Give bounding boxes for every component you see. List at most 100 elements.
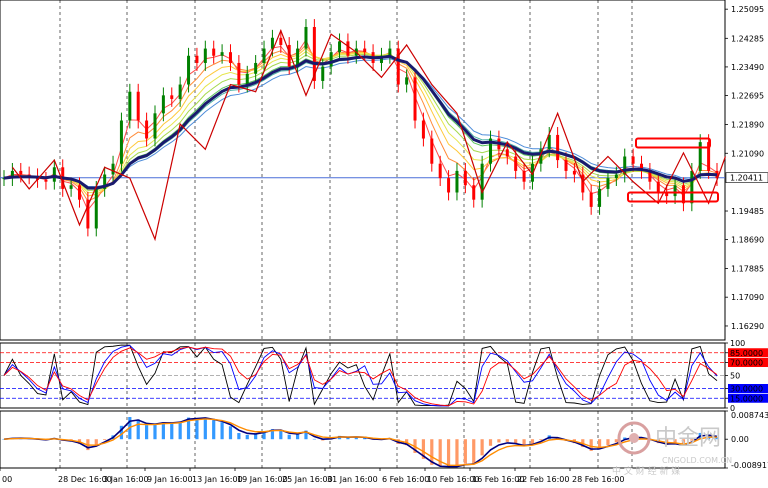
candle-body xyxy=(598,188,602,207)
x-tick-label: 6 Feb 16:00 xyxy=(382,475,429,484)
macd-bar xyxy=(463,439,467,464)
oscillator-axis: 10085.000070.00005030.000015.00000 xyxy=(725,339,768,413)
macd-bar xyxy=(539,439,543,440)
candle-body xyxy=(245,73,249,85)
x-tick-label: 3 Jan 16:00 xyxy=(103,475,149,484)
macd-bar xyxy=(505,439,509,442)
y-tick-label: 1.23490 xyxy=(731,63,764,72)
macd-bar xyxy=(103,439,107,440)
candle-body xyxy=(304,26,308,49)
candle-body xyxy=(556,134,560,161)
candle-body xyxy=(363,48,367,53)
macd-bar xyxy=(614,439,618,443)
current-price-tag: 1.20411 xyxy=(725,172,768,183)
macd-bar xyxy=(606,439,610,446)
x-tick-label: 9 Jan 16:00 xyxy=(147,475,193,484)
watermark-tagline: 中 文 财 经 新 媒 xyxy=(612,465,680,477)
price-panel xyxy=(0,0,726,341)
candle-body xyxy=(136,91,140,121)
y-tick-label: 1.21890 xyxy=(731,120,764,129)
osc-tick-label: 50 xyxy=(730,372,740,381)
candle-body xyxy=(212,48,216,56)
x-tick-label: 25 Jan 16:00 xyxy=(282,475,333,484)
macd-bar xyxy=(472,439,476,464)
candle-body xyxy=(145,120,149,139)
watermark-brand: 中金网 xyxy=(655,426,721,451)
candle-body xyxy=(564,160,568,171)
y-tick-label: 1.17090 xyxy=(731,293,764,302)
candle-body xyxy=(128,91,132,121)
macd-bar xyxy=(212,420,216,440)
candle-body xyxy=(421,120,425,139)
oscillator-panel xyxy=(0,342,726,409)
candle-body xyxy=(472,185,476,200)
candle-body xyxy=(119,120,123,164)
price-axis: 1.25095 1.24285 1.23490 1.22695 1.21890 1.210… xyxy=(725,5,764,331)
x-tick-label: 22 Feb 16:00 xyxy=(517,475,569,484)
candle-body xyxy=(228,52,232,63)
candle-body xyxy=(413,77,417,121)
candle-body xyxy=(589,192,593,207)
candle-body xyxy=(52,167,56,182)
candle-body xyxy=(338,41,342,53)
candle-body xyxy=(19,170,23,175)
x-tick-label: 19 Jan 16:00 xyxy=(237,475,288,484)
macd-bar xyxy=(497,439,501,443)
candle-body xyxy=(614,174,618,179)
macd-bar xyxy=(295,434,300,440)
macd-tick-label: 0.00 xyxy=(731,435,749,444)
macd-bar xyxy=(488,439,493,446)
candle-body xyxy=(606,178,610,189)
candle-body xyxy=(262,48,266,63)
candle-body xyxy=(44,179,48,182)
macd-bar xyxy=(220,422,224,440)
candle-body xyxy=(220,52,224,56)
macd-tick-label: -0.0089178 xyxy=(731,461,768,470)
macd-bar xyxy=(254,434,258,440)
candle-body xyxy=(631,156,635,164)
macd-bar xyxy=(195,418,199,440)
macd-bar xyxy=(153,424,157,440)
watermark-url: CNGOLD.COM.CN xyxy=(662,456,732,465)
y-tick-label: 1.19485 xyxy=(731,207,764,216)
macd-bar xyxy=(178,421,182,440)
candle-body xyxy=(405,77,409,85)
osc-tick-label: 85.0000 xyxy=(730,349,763,358)
y-tick-label: 1.24285 xyxy=(731,34,764,43)
osc-tick-label: 70.0000 xyxy=(730,359,763,368)
candle-body xyxy=(430,138,434,164)
candle-body xyxy=(572,170,576,175)
macd-bar xyxy=(161,422,165,440)
macd-bar xyxy=(170,422,174,440)
x-tick-label: 13 Jan 16:00 xyxy=(192,475,243,484)
macd-bar xyxy=(312,438,316,440)
macd-panel xyxy=(0,410,726,469)
y-tick-label: 1.21090 xyxy=(731,149,764,158)
y-tick-label: 1.22695 xyxy=(731,92,764,101)
candle-body xyxy=(463,170,467,186)
watermark-logo-dot xyxy=(629,433,639,443)
osc-tick-label: 30.0000 xyxy=(730,385,763,394)
y-tick-label: 1.16290 xyxy=(731,322,764,331)
candle-body xyxy=(94,188,98,229)
candle-body xyxy=(346,41,350,56)
candle-body xyxy=(505,149,509,157)
candle-body xyxy=(254,62,258,74)
x-tick-label: 31 Jan 16:00 xyxy=(327,475,378,484)
macd-bar xyxy=(145,425,149,440)
macd-tick-label: 0.0087434 xyxy=(731,411,768,420)
trading-chart: 1.25095 1.24285 1.23490 1.22695 1.21890 1.210… xyxy=(0,0,768,484)
y-tick-label: 1.25095 xyxy=(731,5,764,14)
candle-body xyxy=(455,170,459,193)
macd-bar xyxy=(237,433,241,440)
macd-bar xyxy=(228,426,233,440)
candle-body xyxy=(111,163,115,175)
current-price-label: 1.20411 xyxy=(730,174,763,183)
candle-body xyxy=(178,84,182,99)
macd-bar xyxy=(203,417,207,440)
macd-bar xyxy=(446,439,451,467)
candle-body xyxy=(170,95,174,99)
candle-body xyxy=(77,185,81,200)
macd-bar xyxy=(480,439,484,456)
candle-body xyxy=(447,178,451,193)
